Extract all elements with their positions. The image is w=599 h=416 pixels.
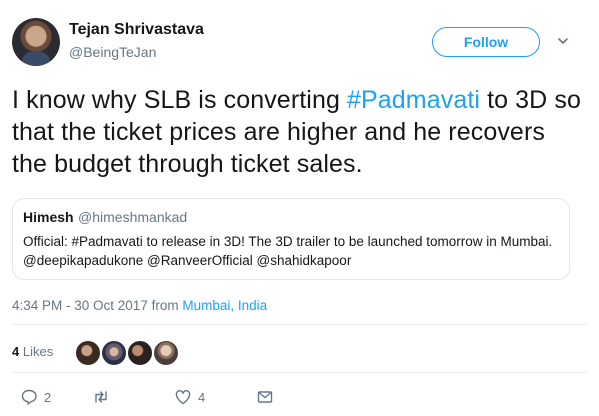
caret-down-icon[interactable] bbox=[556, 34, 570, 48]
liker-avatar[interactable] bbox=[126, 339, 154, 367]
reply-count: 2 bbox=[44, 389, 52, 405]
message-icon bbox=[257, 391, 273, 403]
quote-header: Himesh @himeshmankad bbox=[23, 209, 559, 227]
author-name[interactable]: Tejan Shrivastava bbox=[69, 21, 204, 39]
tweet-text-before: I know why SLB is converting bbox=[12, 86, 347, 114]
meta-from: from bbox=[151, 298, 179, 313]
likes-count: 4 bbox=[12, 344, 20, 359]
tweet-meta: 4:34 PM - 30 Oct 2017 from Mumbai, India bbox=[12, 298, 267, 313]
liker-avatar[interactable] bbox=[100, 339, 128, 367]
divider bbox=[12, 324, 587, 325]
tweet-timestamp[interactable]: 4:34 PM - 30 Oct 2017 bbox=[12, 298, 148, 313]
reply-icon bbox=[21, 389, 37, 405]
tweet-location[interactable]: Mumbai, India bbox=[182, 298, 267, 313]
quote-author-handle: @himeshmankad bbox=[78, 209, 188, 225]
divider bbox=[12, 372, 587, 373]
follow-button[interactable]: Follow bbox=[432, 27, 540, 57]
retweet-button[interactable] bbox=[92, 388, 116, 406]
likes-label: Likes bbox=[22, 344, 54, 359]
like-count: 4 bbox=[198, 389, 206, 405]
retweet-icon bbox=[95, 391, 107, 403]
author-handle[interactable]: @BeingTeJan bbox=[69, 44, 156, 60]
tweet-text: I know why SLB is converting #Padmavati … bbox=[12, 84, 587, 180]
liker-avatar[interactable] bbox=[74, 339, 102, 367]
author-avatar[interactable] bbox=[12, 18, 60, 66]
like-icon bbox=[175, 390, 191, 405]
like-button[interactable]: 4 bbox=[174, 388, 205, 406]
likes-summary[interactable]: 4 Likes bbox=[12, 344, 53, 359]
tweet-actions: 2 4 bbox=[0, 388, 599, 410]
direct-message-button[interactable] bbox=[256, 388, 274, 406]
quote-author-name: Himesh bbox=[23, 209, 74, 225]
quoted-tweet[interactable]: Himesh @himeshmankad Official: #Padmavat… bbox=[12, 198, 570, 280]
hashtag-link[interactable]: #Padmavati bbox=[347, 86, 480, 114]
reply-button[interactable]: 2 bbox=[20, 388, 51, 406]
liker-avatar[interactable] bbox=[152, 339, 180, 367]
quote-text: Official: #Padmavati to release in 3D! T… bbox=[23, 234, 553, 268]
